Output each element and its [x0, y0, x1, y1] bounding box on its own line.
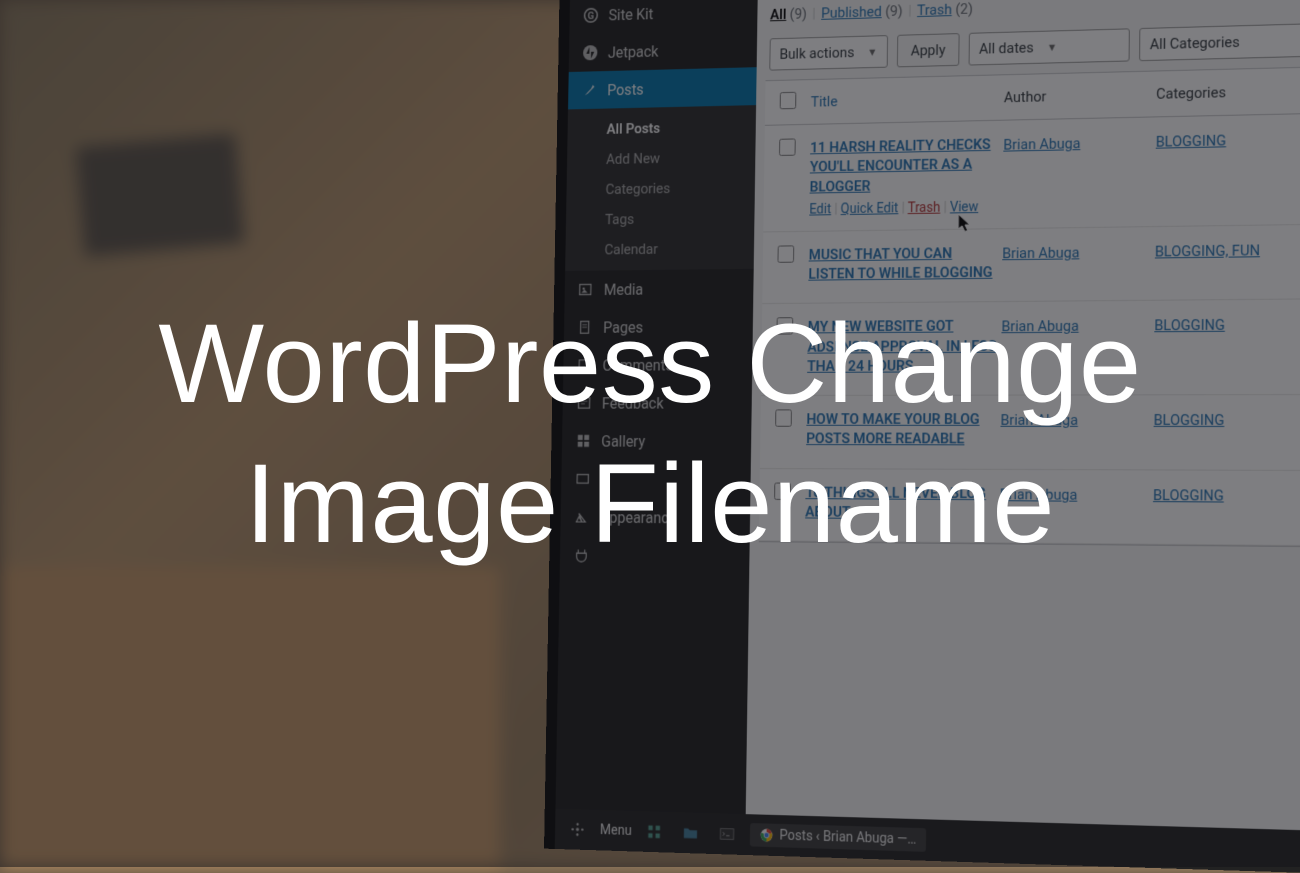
count: (2): [955, 0, 973, 18]
separator: |: [908, 2, 912, 19]
select-label: All dates: [979, 39, 1034, 58]
column-title[interactable]: Title: [811, 89, 1004, 111]
apply-button[interactable]: Apply: [897, 33, 960, 67]
select-label: All Categories: [1150, 33, 1240, 53]
pin-icon: [581, 81, 599, 100]
sitekit-icon: G: [582, 6, 600, 25]
sidebar-label: Jetpack: [608, 42, 659, 61]
post-author-link[interactable]: Brian Abuga: [1003, 135, 1080, 154]
sidebar-label: Site Kit: [608, 5, 653, 24]
tab-title: Posts ‹ Brian Abuga —…: [779, 828, 916, 848]
bulk-actions-select[interactable]: Bulk actions ▼: [769, 35, 887, 71]
submenu-all-posts[interactable]: All Posts: [567, 111, 756, 145]
sidebar-item-posts[interactable]: Posts: [568, 67, 757, 109]
column-categories[interactable]: Categories: [1156, 81, 1300, 102]
count: (9): [885, 2, 903, 20]
dates-filter-select[interactable]: All dates ▼: [969, 28, 1130, 65]
filter-all[interactable]: All: [770, 6, 786, 24]
chrome-icon: [759, 827, 774, 843]
terminal-icon[interactable]: [713, 819, 741, 849]
chevron-down-icon: ▼: [867, 45, 877, 58]
overlay-headline: WordPress Change Image Filename: [100, 154, 1200, 714]
taskbar-browser-tab[interactable]: Posts ‹ Brian Abuga —…: [750, 823, 926, 852]
sidebar-item-jetpack[interactable]: Jetpack: [569, 29, 758, 72]
categories-filter-select[interactable]: All Categories: [1139, 23, 1300, 61]
filter-trash[interactable]: Trash: [917, 1, 952, 19]
svg-text:G: G: [588, 9, 595, 22]
jetpack-icon: [581, 43, 599, 62]
select-all-checkbox[interactable]: [780, 92, 797, 110]
select-label: Bulk actions: [779, 44, 854, 63]
filter-published[interactable]: Published: [821, 3, 882, 22]
apps-icon[interactable]: [640, 817, 668, 847]
chevron-down-icon: ▼: [1047, 41, 1057, 54]
post-category-link[interactable]: BLOGGING: [1156, 132, 1226, 151]
files-icon[interactable]: [677, 818, 705, 848]
count: (9): [790, 5, 807, 23]
menu-icon[interactable]: [564, 815, 591, 845]
menu-label[interactable]: Menu: [600, 822, 632, 838]
separator: |: [812, 5, 816, 22]
sidebar-label: Posts: [607, 80, 644, 99]
column-author[interactable]: Author: [1004, 85, 1156, 106]
